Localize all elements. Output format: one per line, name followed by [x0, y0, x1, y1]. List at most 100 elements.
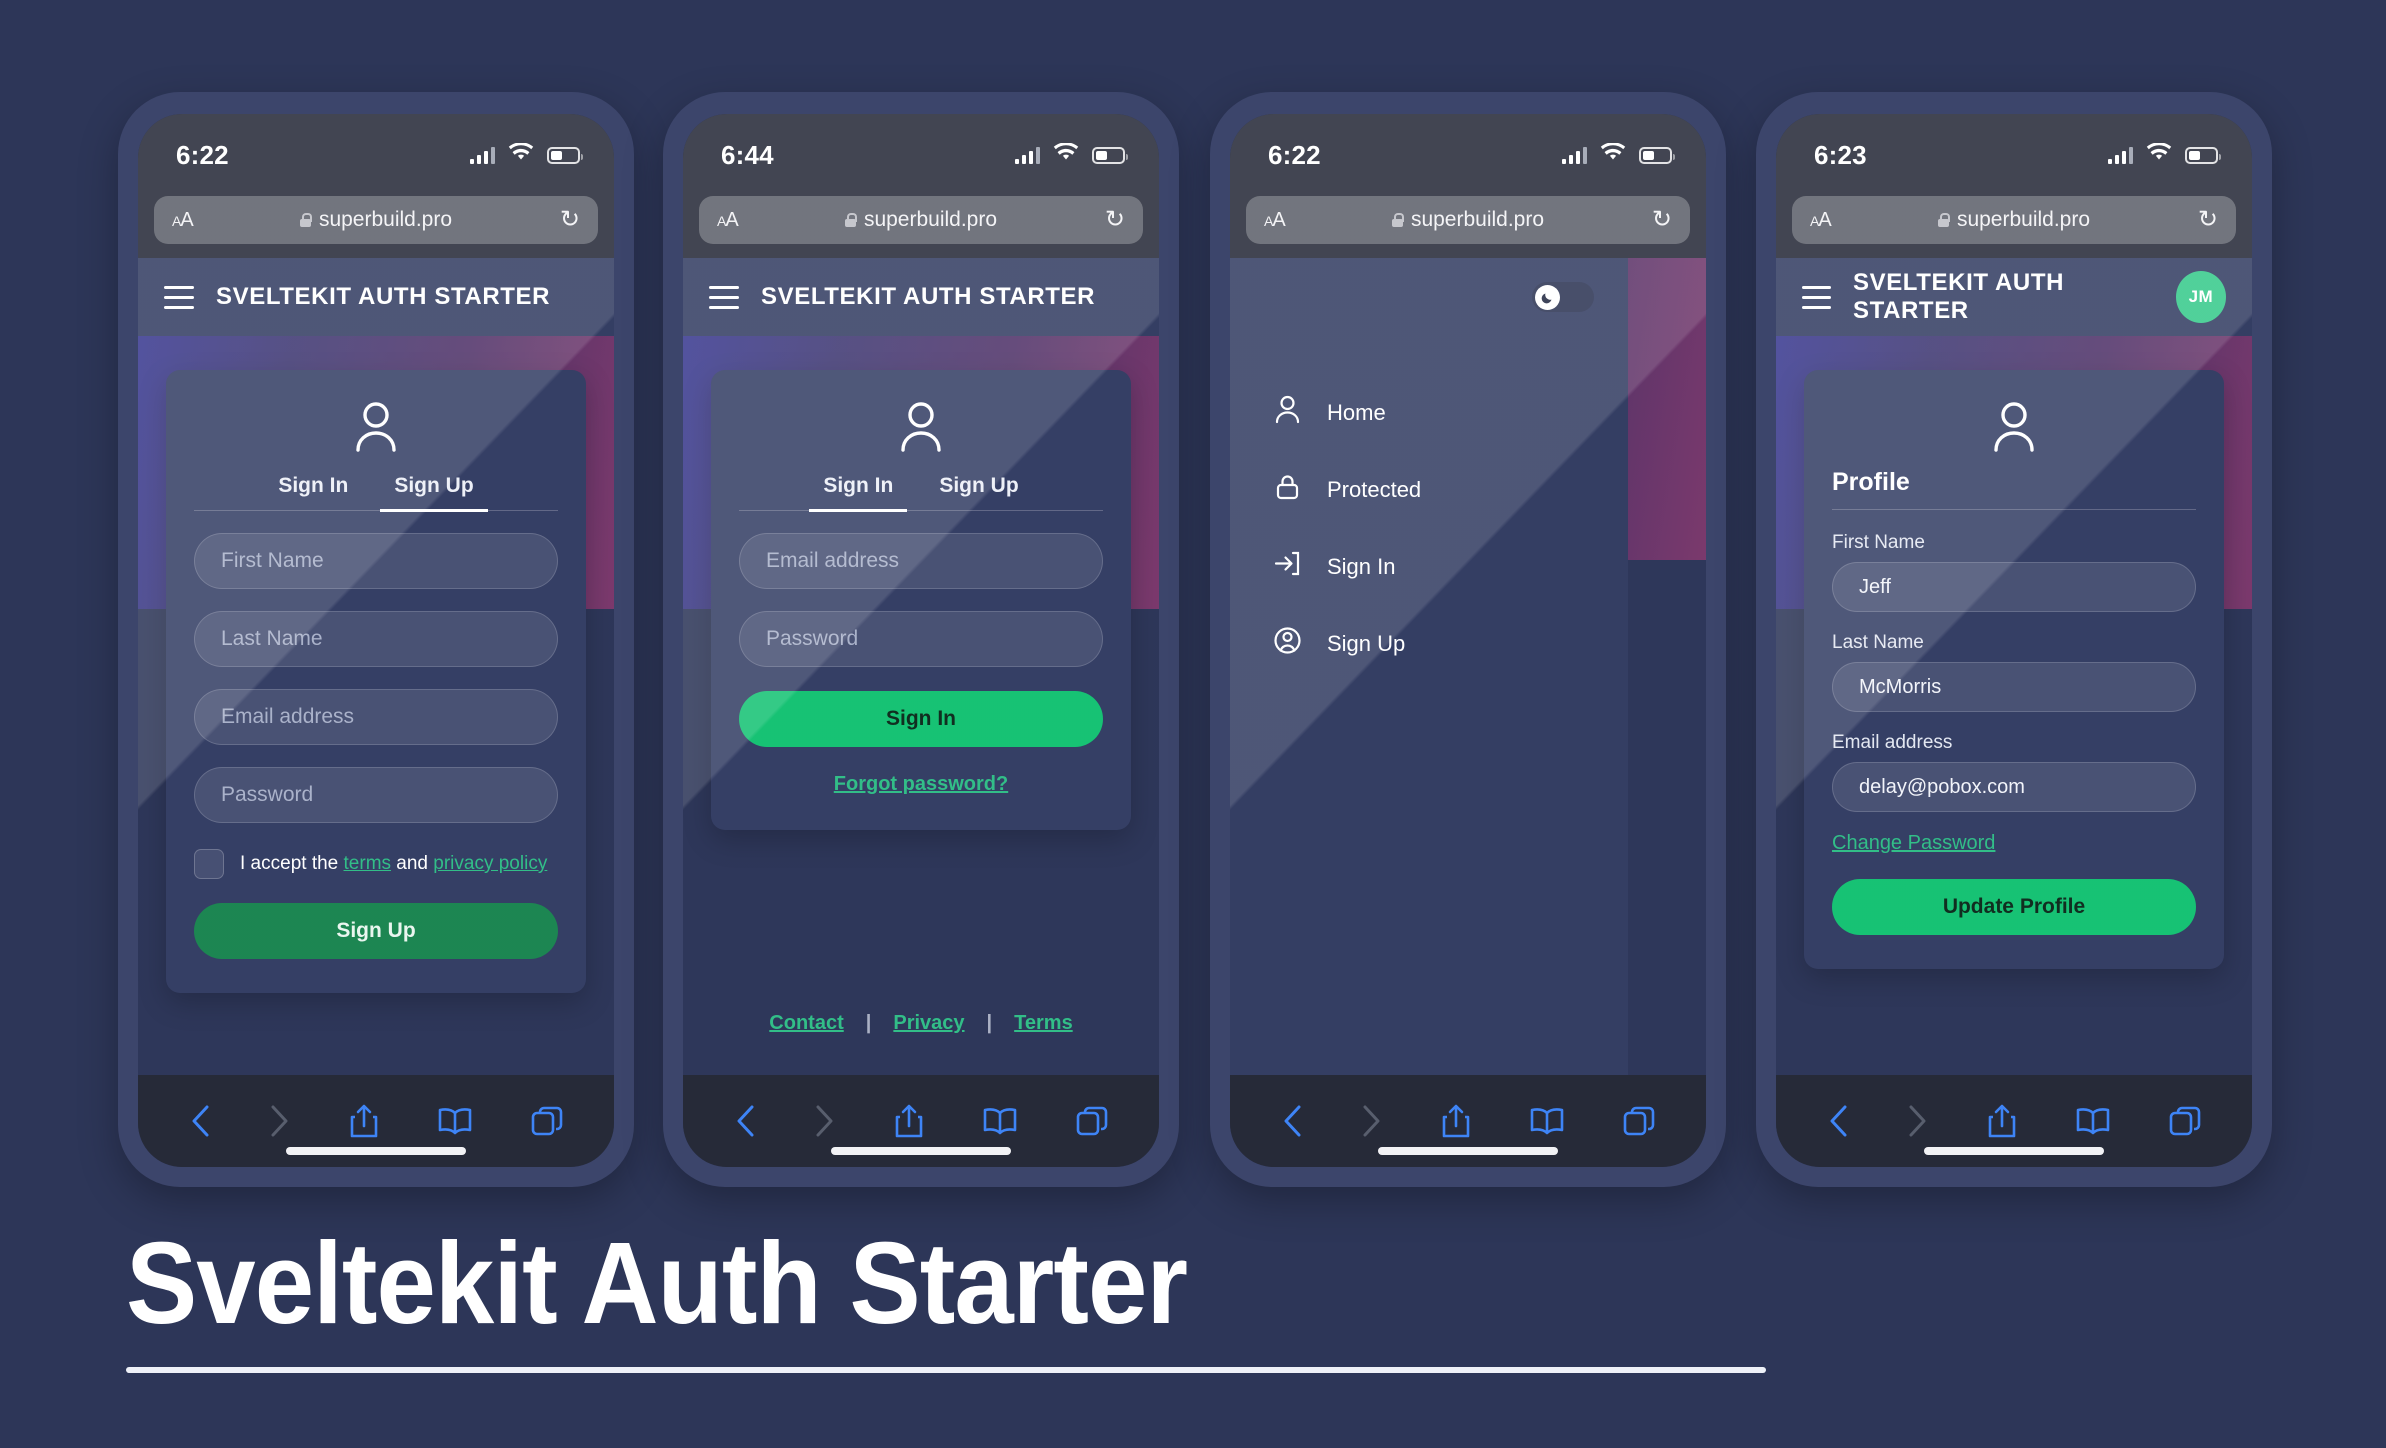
auth-tabs: Sign In Sign Up — [739, 468, 1103, 512]
battery-icon — [2185, 146, 2221, 164]
footer-separator: | — [865, 1012, 872, 1034]
cellular-signal-icon — [2108, 146, 2133, 164]
app-header: SVELTEKIT AUTH STARTER — [683, 258, 1159, 336]
email-input[interactable]: delay@pobox.com — [1832, 762, 2196, 812]
password-input[interactable]: Password — [194, 767, 558, 823]
footer-link-terms[interactable]: Terms — [1014, 1012, 1073, 1035]
forward-icon[interactable] — [269, 1104, 291, 1138]
avatar[interactable]: JM — [2175, 271, 2226, 323]
email-label: Email address — [1832, 732, 1953, 753]
menu-item-home[interactable]: Home — [1230, 374, 1628, 451]
accept-terms-checkbox[interactable] — [194, 849, 224, 879]
email-input[interactable]: Email address — [739, 533, 1103, 589]
tab-sign-up[interactable]: Sign Up — [380, 468, 488, 512]
menu-item-sign-in[interactable]: Sign In — [1230, 528, 1628, 605]
last-name-input[interactable]: McMorris — [1832, 662, 2196, 712]
hamburger-menu-icon[interactable] — [709, 285, 739, 309]
battery-icon — [1092, 146, 1128, 164]
ios-status-bar: 6:23 — [1776, 114, 2252, 196]
status-time: 6:22 — [1268, 139, 1321, 170]
url-bar[interactable]: AA superbuild.pro ↻ — [154, 196, 598, 244]
footer-link-privacy[interactable]: Privacy — [893, 1012, 964, 1035]
navigation-drawer: Home Protected Sign In Sign Up — [1230, 258, 1628, 1075]
forgot-password-row: Forgot password? — [739, 773, 1103, 796]
page-body: Sign In Sign Up First Name Last Name Ema… — [138, 336, 614, 1075]
menu-item-label: Sign In — [1327, 553, 1396, 579]
terms-link[interactable]: terms — [344, 853, 392, 874]
last-name-input[interactable]: Last Name — [194, 611, 558, 667]
change-password-link[interactable]: Change Password — [1832, 832, 1995, 854]
privacy-policy-link[interactable]: privacy policy — [433, 853, 547, 874]
tab-sign-in[interactable]: Sign In — [809, 468, 908, 512]
book-icon[interactable] — [982, 1106, 1018, 1136]
tabs-icon[interactable] — [531, 1105, 563, 1137]
cellular-signal-icon — [1562, 146, 1587, 164]
first-name-input[interactable]: First Name — [194, 533, 558, 589]
book-icon[interactable] — [2075, 1106, 2111, 1136]
lock-icon — [844, 213, 858, 227]
forgot-password-link[interactable]: Forgot password? — [834, 773, 1008, 795]
menu-item-protected[interactable]: Protected — [1230, 451, 1628, 528]
first-name-input[interactable]: Jeff — [1832, 562, 2196, 612]
back-icon[interactable] — [1827, 1104, 1849, 1138]
forward-icon[interactable] — [1907, 1104, 1929, 1138]
sign-up-button[interactable]: Sign Up — [194, 903, 558, 959]
url-bar[interactable]: AA superbuild.pro ↻ — [1792, 196, 2236, 244]
url-text: superbuild.pro — [1956, 208, 2091, 231]
user-circle-icon — [1274, 626, 1301, 661]
terms-prefix: I accept the — [240, 853, 344, 874]
app-title: SVELTEKIT AUTH STARTER — [216, 283, 551, 310]
url-text: superbuild.pro — [318, 208, 453, 231]
page-body: Sign In Sign Up Email address Password S… — [683, 336, 1159, 1075]
book-icon[interactable] — [437, 1106, 473, 1136]
wifi-icon — [508, 142, 534, 167]
url-bar[interactable]: AA superbuild.pro ↻ — [699, 196, 1143, 244]
tab-sign-up[interactable]: Sign Up — [925, 468, 1032, 512]
safari-url-bar-container: AA superbuild.pro ↻ — [1230, 196, 1706, 258]
menu-item-sign-up[interactable]: Sign Up — [1230, 605, 1628, 682]
share-icon[interactable] — [1987, 1103, 2017, 1139]
page-body: Profile First Name Jeff Last Name McMorr… — [1776, 336, 2252, 1075]
tabs-icon[interactable] — [1076, 1105, 1108, 1137]
book-icon[interactable] — [1529, 1106, 1565, 1136]
hamburger-menu-icon[interactable] — [164, 285, 194, 309]
menu-item-label: Protected — [1327, 476, 1422, 502]
phone-mockup-profile: 6:23 AA superbuild.pro ↻ SVELTEKIT AUTH … — [1756, 92, 2272, 1187]
dark-mode-toggle[interactable] — [1532, 282, 1594, 312]
hamburger-menu-icon[interactable] — [1802, 285, 1831, 309]
back-icon[interactable] — [1281, 1104, 1303, 1138]
forward-icon[interactable] — [814, 1104, 836, 1138]
sign-in-button[interactable]: Sign In — [739, 691, 1103, 747]
share-icon[interactable] — [349, 1103, 379, 1139]
terms-acceptance-row: I accept the terms and privacy policy — [194, 849, 558, 879]
password-input[interactable]: Password — [739, 611, 1103, 667]
terms-text: I accept the terms and privacy policy — [240, 853, 547, 875]
cellular-signal-icon — [470, 146, 495, 164]
share-icon[interactable] — [1441, 1103, 1471, 1139]
lock-icon — [1274, 472, 1301, 507]
menu-item-label: Home — [1327, 399, 1386, 425]
footer-link-contact[interactable]: Contact — [769, 1012, 843, 1035]
tabs-icon[interactable] — [1623, 1105, 1655, 1137]
wifi-icon — [1600, 142, 1626, 167]
url-bar[interactable]: AA superbuild.pro ↻ — [1246, 196, 1690, 244]
update-profile-button[interactable]: Update Profile — [1832, 879, 2196, 935]
person-icon — [739, 400, 1103, 452]
home-indicator — [286, 1147, 466, 1155]
back-icon[interactable] — [189, 1104, 211, 1138]
forward-icon[interactable] — [1361, 1104, 1383, 1138]
terms-middle: and — [391, 853, 434, 874]
url-text-group: superbuild.pro — [1792, 208, 2236, 232]
home-indicator — [831, 1147, 1011, 1155]
tab-sign-in[interactable]: Sign In — [264, 468, 362, 512]
phone-mockup-menu: 6:22 AA superbuild.pro ↻ Home Protected … — [1210, 92, 1726, 1187]
person-icon — [194, 400, 558, 452]
lock-icon — [1391, 213, 1405, 227]
email-input[interactable]: Email address — [194, 689, 558, 745]
last-name-label: Last Name — [1832, 632, 1924, 653]
share-icon[interactable] — [894, 1103, 924, 1139]
tabs-icon[interactable] — [2169, 1105, 2201, 1137]
back-icon[interactable] — [734, 1104, 756, 1138]
profile-heading: Profile — [1832, 468, 1910, 496]
profile-card: Profile First Name Jeff Last Name McMorr… — [1804, 370, 2224, 969]
